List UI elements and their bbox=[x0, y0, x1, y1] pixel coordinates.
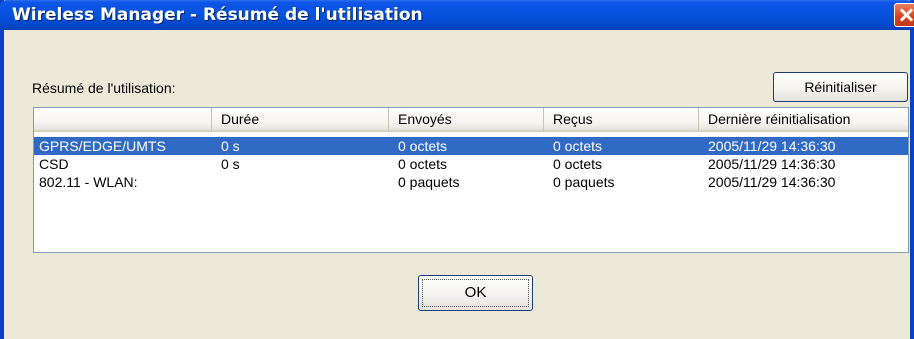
reset-button[interactable]: Réinitialiser bbox=[773, 72, 908, 102]
window-title: Wireless Manager - Résumé de l'utilisati… bbox=[12, 5, 423, 25]
column-header-sent[interactable]: Envoyés bbox=[389, 108, 544, 132]
list-row[interactable]: 802.11 - WLAN: 0 paquets 0 paquets 2005/… bbox=[34, 173, 908, 191]
title-bar[interactable]: Wireless Manager - Résumé de l'utilisati… bbox=[0, 0, 914, 30]
column-header-last-reset[interactable]: Dernière réinitialisation bbox=[699, 108, 908, 132]
list-row[interactable]: CSD 0 s 0 octets 0 octets 2005/11/29 14:… bbox=[34, 155, 908, 173]
row-duration bbox=[212, 173, 389, 191]
row-received: 0 paquets bbox=[553, 174, 615, 190]
row-name: GPRS/EDGE/UMTS bbox=[39, 138, 166, 154]
row-received: 0 octets bbox=[553, 156, 603, 172]
row-name: CSD bbox=[39, 156, 69, 172]
row-last-reset: 2005/11/29 14:36:30 bbox=[708, 156, 836, 172]
usage-summary-label: Résumé de l'utilisation: bbox=[32, 80, 176, 96]
row-duration: 0 s bbox=[221, 156, 240, 172]
row-duration: 0 s bbox=[221, 138, 240, 154]
close-icon[interactable] bbox=[894, 3, 914, 27]
list-row[interactable]: GPRS/EDGE/UMTS 0 s 0 octets 0 octets 200… bbox=[34, 137, 908, 155]
row-sent: 0 octets bbox=[398, 156, 448, 172]
row-sent: 0 octets bbox=[398, 138, 448, 154]
row-last-reset: 2005/11/29 14:36:30 bbox=[708, 174, 836, 190]
row-received: 0 octets bbox=[553, 138, 603, 154]
row-last-reset: 2005/11/29 14:36:30 bbox=[708, 138, 836, 154]
column-header-duration[interactable]: Durée bbox=[212, 108, 389, 132]
row-sent: 0 paquets bbox=[398, 174, 460, 190]
column-header-received[interactable]: Reçus bbox=[544, 108, 699, 132]
dialog-window: Wireless Manager - Résumé de l'utilisati… bbox=[0, 0, 914, 339]
usage-list[interactable]: Durée Envoyés Reçus Dernière réinitialis… bbox=[33, 107, 909, 253]
list-header: Durée Envoyés Reçus Dernière réinitialis… bbox=[34, 108, 908, 132]
row-name: 802.11 - WLAN: bbox=[39, 174, 138, 190]
ok-button[interactable]: OK bbox=[418, 275, 533, 311]
column-header-name[interactable] bbox=[34, 108, 212, 132]
